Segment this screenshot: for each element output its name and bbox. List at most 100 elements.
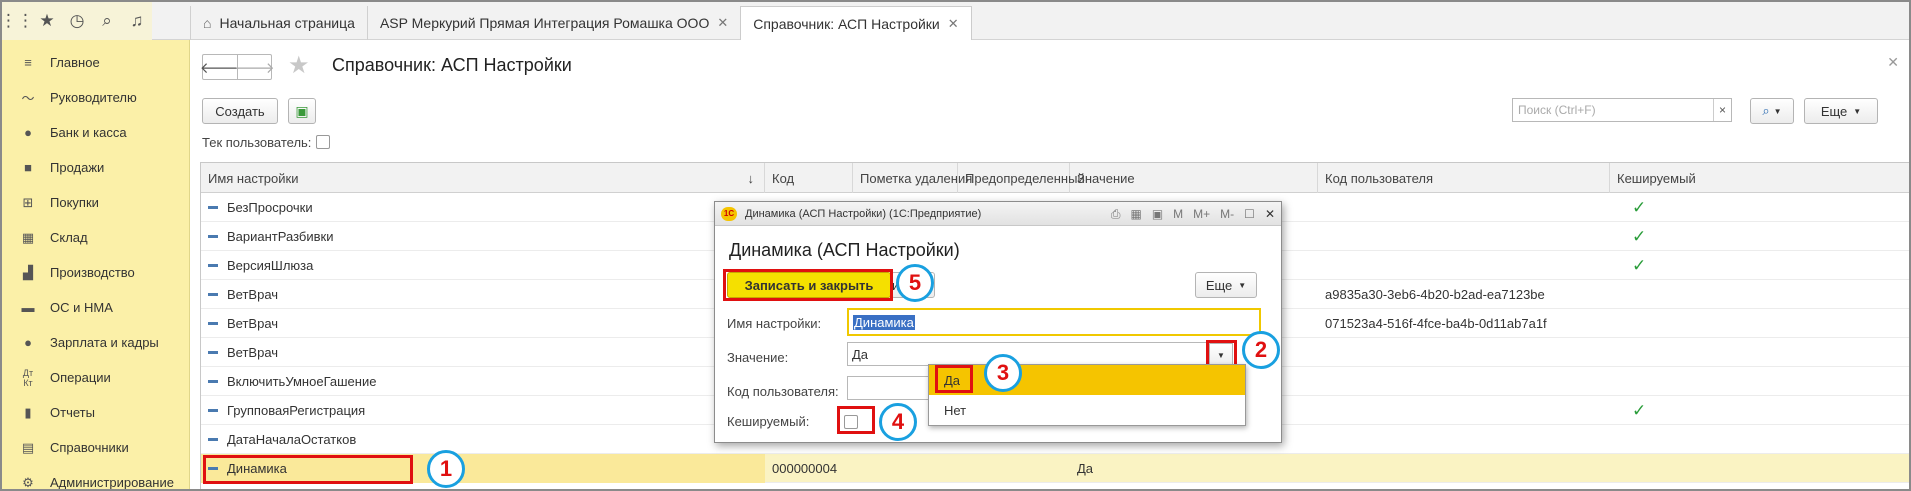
cell-text: ВерсияШлюза <box>227 258 314 273</box>
callout-4: 4 <box>879 403 917 441</box>
cell-user-code <box>1318 367 1610 396</box>
column-header-user-code[interactable]: Код пользователя <box>1318 163 1610 193</box>
maximize-icon[interactable]: ☐ <box>1244 207 1255 221</box>
clear-icon[interactable]: × <box>1713 99 1731 121</box>
tab-asp-settings[interactable]: Справочник: АСП Настройки ✕ <box>740 6 972 40</box>
column-title: Имя настройки <box>208 170 299 186</box>
cell-empty <box>853 454 958 483</box>
favorite-star-icon[interactable]: ★ <box>288 51 310 80</box>
cell-name: ВетВрач <box>201 309 765 338</box>
copy-button[interactable]: ▣ <box>288 98 316 124</box>
sidebar-item-director[interactable]: 〜 Руководителю <box>2 80 189 115</box>
cell-name: ВетВрач <box>201 338 765 367</box>
forward-button[interactable]: 🡒 <box>234 55 275 79</box>
sidebar-item-label: Производство <box>50 265 135 280</box>
close-icon[interactable]: ✕ <box>1265 207 1275 221</box>
search-icon[interactable]: ⌕ <box>92 2 122 40</box>
column-header-value[interactable]: Значение <box>1070 163 1318 193</box>
sidebar-item-label: Зарплата и кадры <box>50 335 159 350</box>
name-input[interactable]: Динамика <box>847 308 1261 336</box>
callout-box-1 <box>203 455 413 484</box>
cell-text: ВключитьУмноеГашение <box>227 374 377 389</box>
sidebar-item-admin[interactable]: ⚙ Администрирование <box>2 465 189 490</box>
tab-bar: ⌂ Начальная страница ASP Меркурий Прямая… <box>190 6 972 40</box>
search-input[interactable]: Поиск (Ctrl+F) <box>1513 103 1713 117</box>
search-field[interactable]: Поиск (Ctrl+F) × <box>1512 98 1732 122</box>
close-icon[interactable]: ✕ <box>1887 54 1899 71</box>
cell-cached <box>1610 280 1909 309</box>
apps-grid-icon[interactable]: ⋮⋮ <box>2 2 34 40</box>
cell-text: ВетВрач <box>227 345 279 360</box>
item-marker-icon <box>208 264 218 267</box>
sort-desc-icon: ↓ <box>747 170 755 186</box>
column-header-name[interactable]: Имя настройки ↓ <box>201 163 765 193</box>
sidebar-item-purchases[interactable]: ⊞ Покупки <box>2 185 189 220</box>
cell-cached: ✓ <box>1610 193 1909 222</box>
sidebar-item-production[interactable]: ▟ Производство <box>2 255 189 290</box>
chevron-down-icon: ▼ <box>1853 106 1862 116</box>
sidebar-item-label: Покупки <box>50 195 99 210</box>
cached-label: Кешируемый: <box>727 414 810 429</box>
cell-user-code <box>1318 193 1610 222</box>
close-icon[interactable]: ✕ <box>717 15 728 31</box>
calendar-icon[interactable]: ▣ <box>1152 207 1163 221</box>
sidebar-item-sales[interactable]: ■ Продажи <box>2 150 189 185</box>
dropdown-option-no[interactable]: Нет <box>929 395 1245 425</box>
create-button[interactable]: Создать <box>202 98 278 124</box>
cell-name: БезПросрочки <box>201 193 765 222</box>
search-button[interactable]: ⌕ ▼ <box>1750 98 1794 124</box>
operations-icon: Дт Кт <box>22 367 34 388</box>
tab-home[interactable]: ⌂ Начальная страница <box>190 6 367 40</box>
print-icon[interactable]: ⎙ <box>1111 207 1121 222</box>
dropdown-option-yes[interactable]: Да <box>929 365 1245 395</box>
sidebar-item-main[interactable]: ≡ Главное <box>2 45 189 80</box>
bell-icon[interactable]: ♫ <box>122 2 152 40</box>
sidebar-item-payroll[interactable]: ● Зарплата и кадры <box>2 325 189 360</box>
tab-asp-integration[interactable]: ASP Меркурий Прямая Интеграция Ромашка О… <box>366 6 740 40</box>
chevron-down-icon: ▼ <box>1773 106 1782 116</box>
value-label: Значение: <box>727 350 789 365</box>
person-icon: ● <box>24 335 32 350</box>
callout-3: 3 <box>984 354 1022 392</box>
dialog-more-button[interactable]: Еще ▼ <box>1195 272 1257 298</box>
cell-text: ВетВрач <box>227 316 279 331</box>
cell-name: ВетВрач <box>201 280 765 309</box>
sidebar-item-warehouse[interactable]: ▦ Склад <box>2 220 189 255</box>
more-button[interactable]: Еще ▼ <box>1804 98 1878 124</box>
column-header-deletion-mark[interactable]: Пометка удаления <box>853 163 972 193</box>
sidebar-item-reports[interactable]: ▮ Отчеты <box>2 395 189 430</box>
cart-icon: ⊞ <box>22 194 34 210</box>
memory-m-button[interactable]: M <box>1173 207 1183 221</box>
callout-box-3 <box>935 365 973 393</box>
option-label: Нет <box>944 402 967 418</box>
cell-user-code <box>1318 425 1610 454</box>
current-user-checkbox[interactable] <box>316 135 330 149</box>
sidebar-item-bank[interactable]: ● Банк и касса <box>2 115 189 150</box>
column-header-cached[interactable]: Кешируемый <box>1610 163 1909 193</box>
more-label: Еще <box>1820 103 1848 119</box>
table-icon[interactable]: ▦ <box>1130 207 1141 221</box>
column-header-code[interactable]: Код <box>765 163 853 193</box>
close-icon[interactable]: ✕ <box>948 16 959 32</box>
value-select[interactable]: Да <box>847 342 1225 366</box>
column-header-predefined[interactable]: Предопределенный <box>958 163 1085 193</box>
cell-cached <box>1610 454 1909 483</box>
back-button[interactable]: 🡐 <box>200 55 240 79</box>
sidebar-item-operations[interactable]: Дт Кт Операции <box>2 360 189 395</box>
name-label: Имя настройки: <box>727 316 822 331</box>
sidebar-item-catalogs[interactable]: ▤ Справочники <box>2 430 189 465</box>
check-icon: ✓ <box>1632 197 1647 217</box>
memory-mplus-button[interactable]: M+ <box>1193 207 1210 221</box>
callout-1: 1 <box>427 450 465 488</box>
coin-icon: ● <box>24 125 32 140</box>
history-icon[interactable]: ◷ <box>62 2 92 40</box>
item-marker-icon <box>208 206 218 209</box>
memory-mminus-button[interactable]: M- <box>1220 207 1234 221</box>
star-icon[interactable]: ★ <box>32 2 62 40</box>
current-user-label: Тек пользователь: <box>202 135 312 150</box>
sidebar-item-fixed-assets[interactable]: ▬ ОС и НМА <box>2 290 189 325</box>
name-value: Динамика <box>853 314 915 330</box>
callout-5: 5 <box>896 264 934 302</box>
cell-user-code <box>1318 454 1610 483</box>
sidebar-item-label: Операции <box>50 370 111 385</box>
